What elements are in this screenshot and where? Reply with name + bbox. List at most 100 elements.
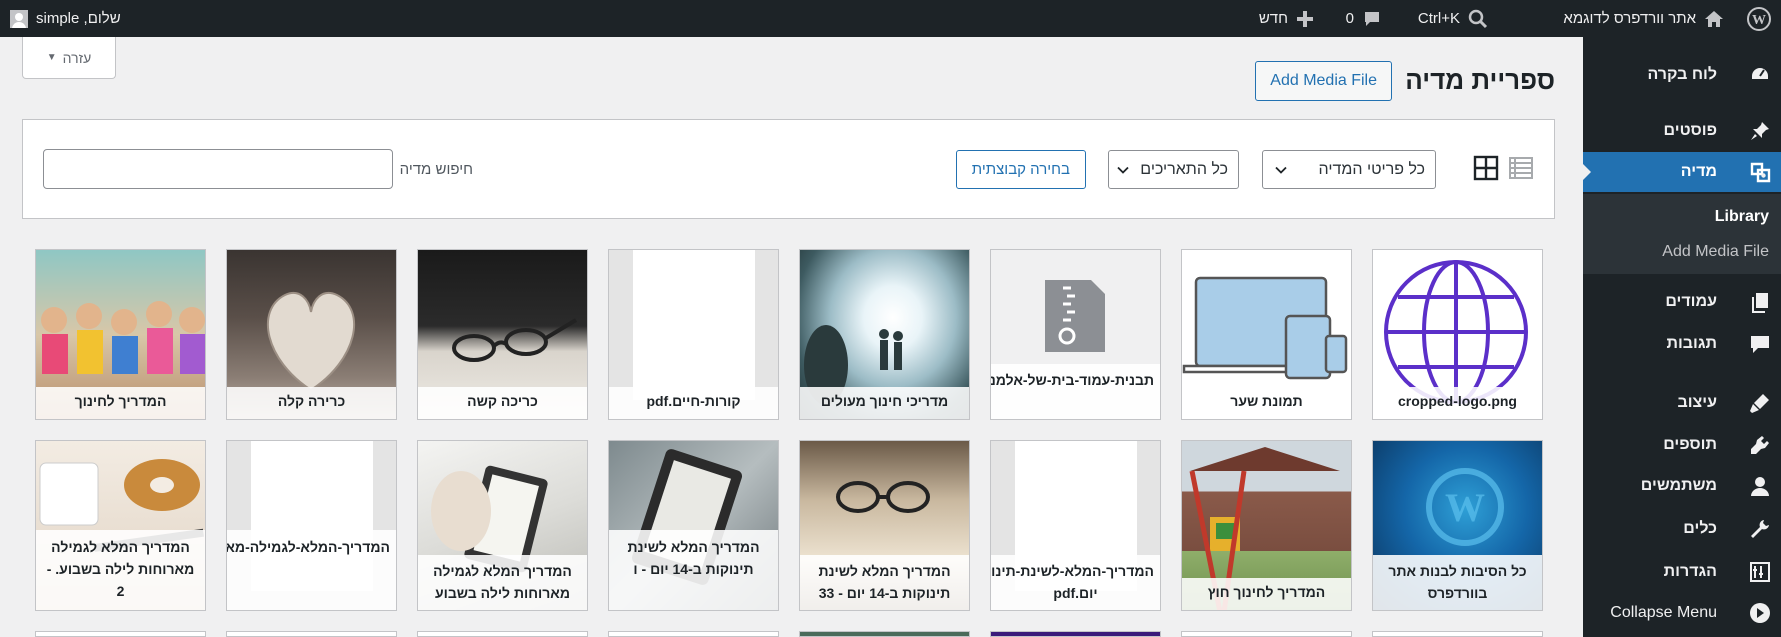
date-filter-value: כל התאריכים [1140, 160, 1228, 178]
search-media-input[interactable] [43, 149, 393, 189]
settings-icon [1749, 561, 1771, 583]
media-item[interactable]: המדריך המלא לשינת תינוקות ב-14 יום - 33 [799, 440, 970, 611]
search-icon [1468, 9, 1488, 29]
media-submenu: Library Add Media File [1583, 194, 1781, 274]
media-item[interactable] [35, 631, 206, 637]
media-type-filter-value: כל פריטי המדיה [1318, 160, 1425, 178]
menu-item-media[interactable]: מדיה [1582, 152, 1781, 192]
media-item[interactable]: המדריך-המלא-לשינת-תינוקות-ב14-יום.pdf [990, 440, 1161, 611]
menu-item-users[interactable]: משתמשים [1583, 466, 1781, 506]
bulk-select-button[interactable]: בחירה קבוצתית [955, 150, 1086, 189]
collapse-icon [1749, 602, 1771, 624]
media-item[interactable]: המדריך המלא לשינת תינוקות ב-14 יום - ו [608, 440, 779, 611]
media-item-caption: כרירה קלה [227, 387, 396, 419]
media-item-caption: המדריך המלא לגמילה מארוחות לילה בשבוע [418, 555, 587, 610]
date-filter[interactable]: כל התאריכים [1108, 150, 1239, 189]
search-shortcut[interactable]: Ctrl+K [1418, 0, 1488, 37]
add-media-file-button[interactable]: Add Media File [1255, 61, 1392, 101]
media-item[interactable]: המדריך המלא לגמילה מארוחות לילה בשבוע [417, 440, 588, 611]
comments-link[interactable]: 0 [1346, 0, 1382, 37]
media-item-caption: תמונת שער [1182, 387, 1351, 419]
search-shortcut-label: Ctrl+K [1417, 10, 1460, 27]
new-label: חדש [1258, 10, 1288, 27]
media-item-caption: המדריך לחינוך חוץ [1182, 578, 1351, 610]
menu-label: תוספים [1663, 436, 1717, 453]
media-item[interactable]: W כל הסיבות לבנות אתר בוורדפרס [1372, 440, 1543, 611]
media-item-caption: המדריך המלא לשינת תינוקות ב-14 יום - 33 [800, 555, 969, 610]
pin-icon [1749, 120, 1771, 142]
media-item[interactable] [417, 631, 588, 637]
media-item[interactable]: כרירה קלה [226, 249, 397, 420]
home-icon [1704, 9, 1724, 29]
media-item-caption: המדריך המלא לשינת תינוקות ב-14 יום - ו [609, 530, 778, 610]
chevron-down-icon [1117, 163, 1129, 175]
menu-item-settings[interactable]: הגדרות [1583, 552, 1781, 592]
tools-icon [1749, 518, 1771, 540]
media-item[interactable]: המדריך-המלא-לגמילה-מארוחות-לילה-בשבוע.pd… [226, 440, 397, 611]
media-item[interactable]: המדריך המלא לגמילה מארוחות לילה בשבוע. -… [35, 440, 206, 611]
media-type-filter[interactable]: כל פריטי המדיה [1262, 150, 1436, 189]
admin-bar: W אתר וורדפרס לדוגמא Ctrl+K 0 חדש שלום, … [0, 0, 1781, 37]
site-name: אתר וורדפרס לדוגמא [1563, 10, 1696, 27]
menu-item-comments[interactable]: תגובות [1583, 324, 1781, 364]
collapse-menu-button[interactable]: Collapse Menu [1583, 593, 1781, 633]
menu-label: משתמשים [1640, 477, 1717, 494]
menu-label: מדיה [1680, 163, 1717, 180]
submenu-library[interactable]: Library [1715, 208, 1769, 226]
media-item[interactable] [799, 631, 970, 637]
menu-label: עיצוב [1677, 394, 1717, 411]
media-item[interactable]: cropped-logo.png [1372, 249, 1543, 420]
help-tab-button[interactable]: עזרה ▼ [22, 37, 116, 79]
comment-icon [1362, 9, 1382, 29]
plus-icon [1296, 10, 1314, 28]
my-account[interactable]: שלום, simple [10, 0, 121, 37]
media-item[interactable] [1181, 631, 1352, 637]
avatar [10, 9, 28, 28]
wordpress-logo-icon[interactable]: W [1745, 0, 1771, 37]
menu-item-posts[interactable]: פוסטים [1583, 111, 1781, 151]
media-item[interactable] [990, 631, 1161, 637]
caret-down-icon: ▼ [46, 52, 57, 63]
media-item[interactable] [226, 631, 397, 637]
media-item[interactable] [1372, 631, 1543, 637]
grid-view-icon[interactable] [1473, 155, 1499, 181]
menu-item-tools[interactable]: כלים [1583, 509, 1781, 549]
media-item[interactable]: קורות-חיים.pdf [608, 249, 779, 420]
new-content-link[interactable]: חדש [1259, 0, 1314, 37]
greeting: שלום, simple [36, 10, 121, 27]
users-icon [1749, 475, 1771, 497]
media-item-caption: המדריך-המלא-לשינת-תינוקות-ב14-יום.pdf [991, 555, 1160, 610]
page-title: ספריית מדיה [1405, 65, 1555, 95]
menu-item-plugins[interactable]: תוספים [1583, 425, 1781, 465]
menu-item-appearance[interactable]: עיצוב [1583, 383, 1781, 423]
site-name-link[interactable]: אתר וורדפרס לדוגמא [1563, 0, 1724, 37]
media-icon [1749, 161, 1771, 183]
media-item[interactable]: מדריכי חינוך מעולים [799, 249, 970, 420]
pages-icon [1749, 291, 1771, 313]
media-item[interactable]: כריכה קשה [417, 249, 588, 420]
media-item[interactable]: תמונת שער [1181, 249, 1352, 420]
media-item-caption: תבנית-עמוד-בית-של-אלמנטור.zip [991, 364, 1160, 419]
svg-text:W: W [1445, 485, 1485, 530]
media-item-caption: כריכה קשה [418, 387, 587, 419]
media-item-caption: המדריך לחינוך [36, 387, 205, 419]
menu-label: כלים [1683, 520, 1717, 537]
media-item-caption: המדריך-המלא-לגמילה-מארוחות-לילה-בשבוע.pd… [227, 530, 396, 610]
list-view-icon[interactable] [1508, 155, 1534, 181]
menu-label: פוסטים [1663, 122, 1717, 139]
menu-label: תגובות [1666, 335, 1717, 352]
menu-item-pages[interactable]: עמודים [1583, 282, 1781, 322]
media-item-caption: cropped-logo.png [1373, 387, 1542, 419]
media-item-caption: כל הסיבות לבנות אתר בוורדפרס [1373, 555, 1542, 610]
svg-text:W: W [1752, 13, 1766, 28]
media-toolbar: כל פריטי המדיה כל התאריכים בחירה קבוצתית… [22, 119, 1555, 219]
media-item[interactable]: המדריך לחינוך חוץ [1181, 440, 1352, 611]
media-item[interactable]: המדריך לחינוך [35, 249, 206, 420]
submenu-add-media-file[interactable]: Add Media File [1662, 243, 1769, 261]
comments-icon [1749, 333, 1771, 355]
media-item-caption: המדריך המלא לגמילה מארוחות לילה בשבוע. -… [36, 530, 205, 610]
menu-item-dashboard[interactable]: לוח בקרה [1583, 55, 1781, 95]
menu-label: הגדרות [1663, 563, 1717, 580]
media-item[interactable]: תבנית-עמוד-בית-של-אלמנטור.zip [990, 249, 1161, 420]
media-item[interactable] [608, 631, 779, 637]
